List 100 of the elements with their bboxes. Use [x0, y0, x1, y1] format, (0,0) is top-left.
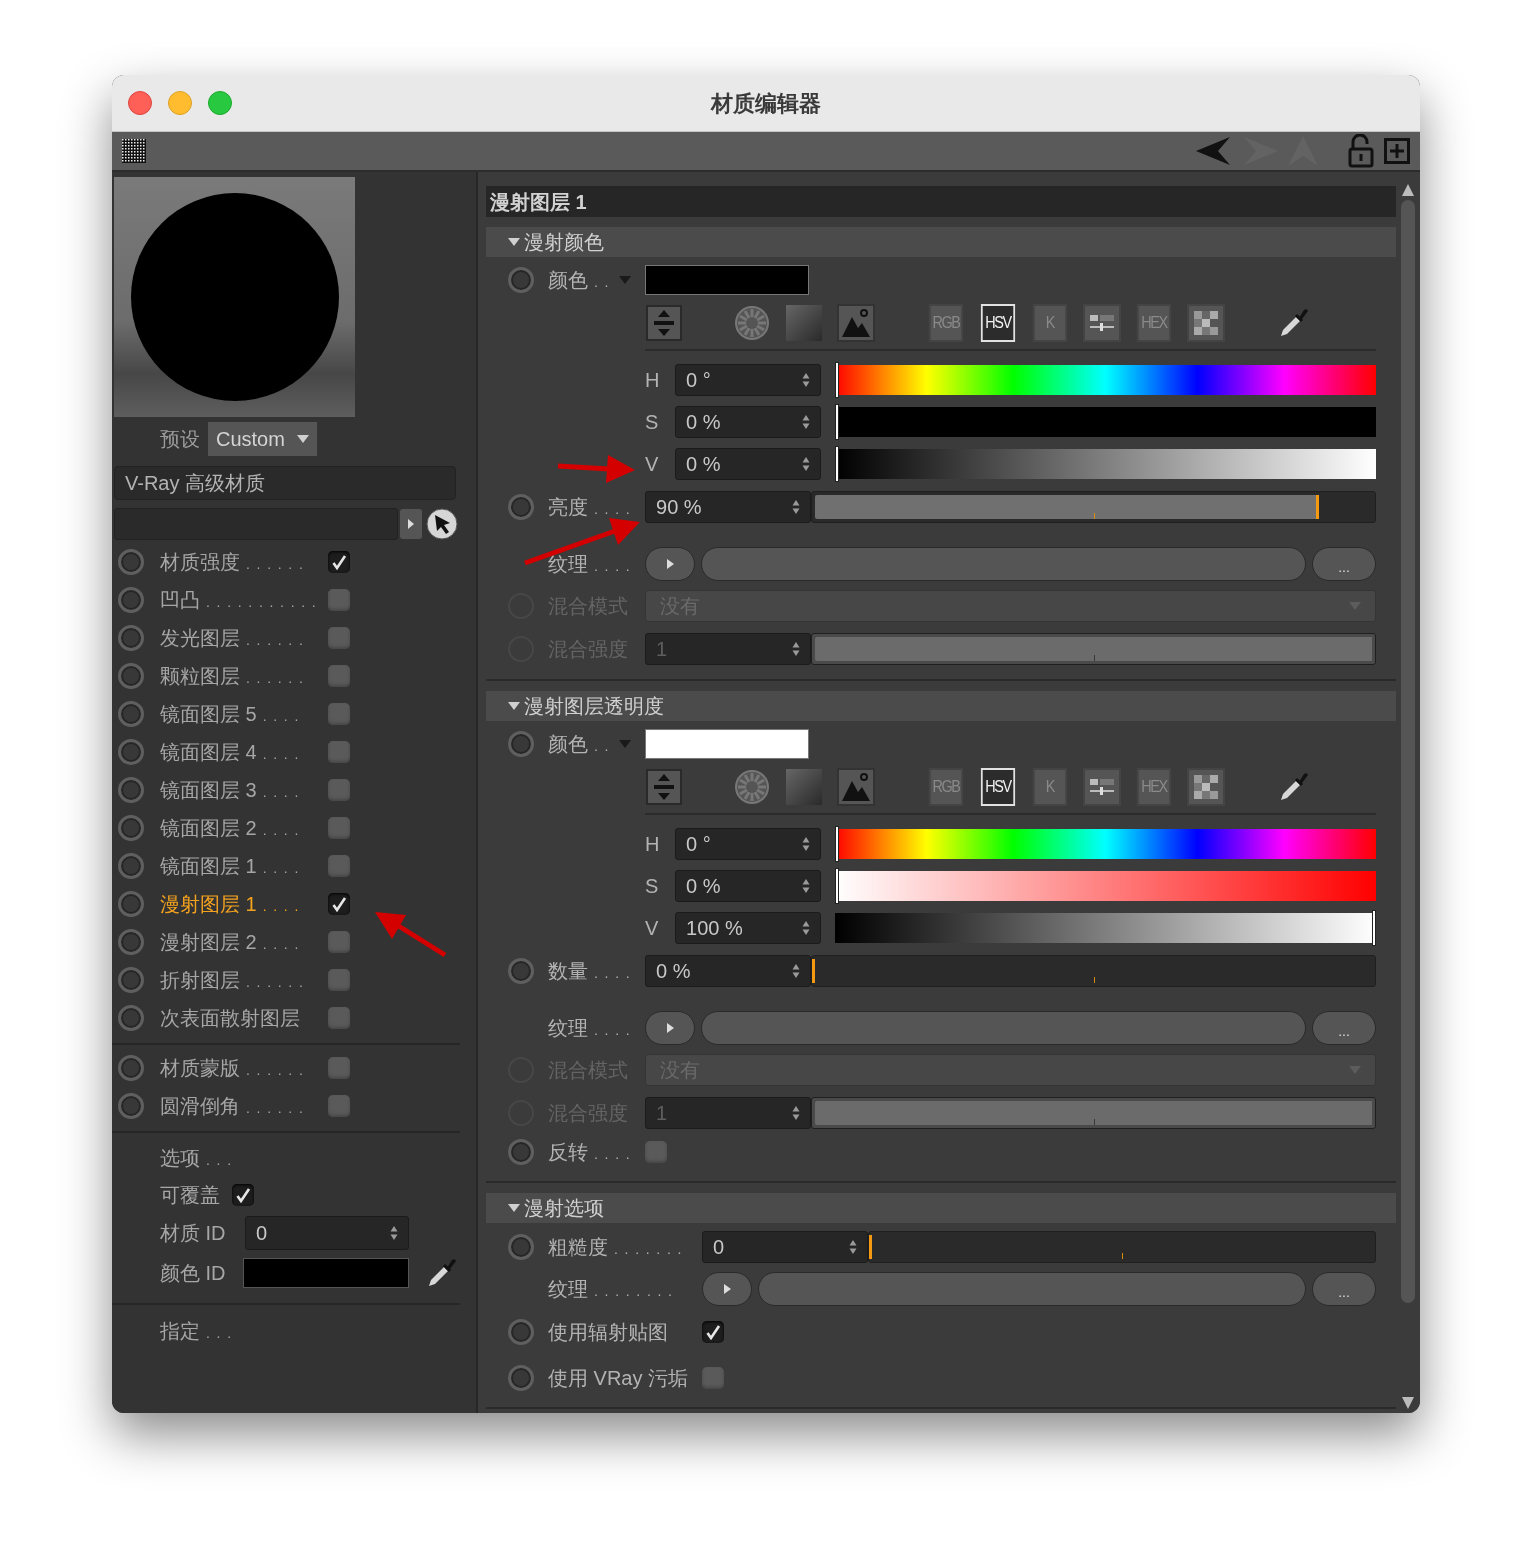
section-header[interactable]: 漫射颜色: [486, 227, 1396, 257]
expand-button[interactable]: [702, 1272, 753, 1306]
expand-button[interactable]: [645, 547, 696, 581]
stepper-arrows-icon[interactable]: [802, 414, 811, 430]
slider-thumb[interactable]: [869, 1235, 873, 1259]
keyframe-button[interactable]: [508, 1139, 534, 1165]
slider-thumb[interactable]: [835, 362, 840, 398]
checkbox[interactable]: [328, 741, 350, 763]
color-slider[interactable]: [835, 871, 1376, 901]
color-slider[interactable]: [835, 449, 1376, 479]
stepper-arrows-icon[interactable]: [802, 920, 811, 936]
grip-icon[interactable]: [122, 139, 146, 163]
zoom-button[interactable]: [208, 91, 232, 115]
color-wheel-icon[interactable]: [733, 768, 772, 806]
checkbox[interactable]: [328, 1007, 350, 1029]
keyframe-button[interactable]: [118, 587, 144, 613]
browse-button[interactable]: ...: [1312, 547, 1376, 581]
checkbox[interactable]: [702, 1321, 725, 1343]
swatch-grid-mode-tab[interactable]: [1187, 304, 1226, 342]
keyframe-button[interactable]: [508, 958, 534, 984]
slider-thumb[interactable]: [1372, 910, 1376, 946]
number-field[interactable]: 0 %: [675, 870, 822, 902]
checkbox[interactable]: [328, 703, 350, 725]
stepper-arrows-icon[interactable]: [802, 836, 811, 852]
preset-dropdown[interactable]: Custom: [208, 422, 317, 456]
checkbox[interactable]: [328, 931, 350, 953]
keyframe-button[interactable]: [508, 494, 534, 520]
stepper-arrows-icon[interactable]: [849, 1239, 858, 1255]
color-slider[interactable]: [835, 407, 1376, 437]
color-slider[interactable]: [835, 913, 1376, 943]
number-field[interactable]: 0 °: [675, 828, 822, 860]
color-swatch[interactable]: [645, 729, 810, 759]
unlocked-padlock-icon[interactable]: [1348, 134, 1374, 168]
slider-thumb[interactable]: [835, 446, 840, 482]
number-field[interactable]: 0: [702, 1231, 869, 1263]
checkbox[interactable]: [328, 627, 350, 649]
number-field[interactable]: 90 %: [645, 491, 812, 523]
checkbox[interactable]: [328, 779, 350, 801]
stepper-arrows-icon[interactable]: [390, 1225, 398, 1241]
caret-icon[interactable]: [508, 1204, 520, 1212]
checkbox[interactable]: [328, 1057, 350, 1079]
vertical-arrows-icon[interactable]: [645, 304, 684, 342]
color-mode-tab[interactable]: HSV: [980, 768, 1016, 806]
vertical-arrows-icon[interactable]: [645, 768, 684, 806]
keyframe-button[interactable]: [118, 853, 144, 879]
number-field[interactable]: 0 %: [675, 448, 822, 480]
keyframe-button[interactable]: [118, 625, 144, 651]
keyframe-button[interactable]: [508, 1234, 534, 1260]
checkbox[interactable]: [328, 969, 350, 991]
slider-thumb[interactable]: [835, 826, 840, 862]
checkbox[interactable]: [328, 893, 350, 915]
checkbox[interactable]: [328, 1095, 350, 1117]
keyframe-button[interactable]: [118, 967, 144, 993]
color-slider[interactable]: [835, 829, 1376, 859]
scroll-down-icon[interactable]: [1402, 1397, 1414, 1409]
slider-thumb[interactable]: [812, 959, 816, 983]
keyframe-button[interactable]: [508, 267, 534, 293]
stepper-arrows-icon[interactable]: [802, 372, 811, 388]
number-field[interactable]: 100 %: [675, 912, 822, 944]
sliders-mode-tab[interactable]: [1083, 304, 1122, 342]
slider-thumb[interactable]: [835, 868, 840, 904]
plus-square-icon[interactable]: [1384, 138, 1410, 164]
checkbox[interactable]: [328, 855, 350, 877]
caret-icon[interactable]: [296, 435, 309, 443]
checkbox[interactable]: [232, 1184, 254, 1206]
stepper-arrows-icon[interactable]: [792, 1105, 801, 1121]
keyframe-button[interactable]: [118, 1005, 144, 1031]
caret-icon[interactable]: [508, 702, 520, 710]
stepper-arrows-icon[interactable]: [792, 499, 801, 515]
texture-slot[interactable]: [758, 1272, 1306, 1306]
browse-button[interactable]: ...: [1312, 1011, 1376, 1045]
sliders-mode-tab[interactable]: [1083, 768, 1122, 806]
checkbox[interactable]: [328, 589, 350, 611]
expand-button[interactable]: [400, 509, 422, 539]
mountain-image-icon[interactable]: [837, 768, 876, 806]
keyframe-button[interactable]: [508, 731, 534, 757]
color-swatch[interactable]: [645, 265, 810, 295]
close-button[interactable]: [128, 91, 152, 115]
gradient-square-icon[interactable]: [785, 304, 824, 342]
checkbox[interactable]: [328, 665, 350, 687]
color-slider[interactable]: [835, 365, 1376, 395]
keyframe-button[interactable]: [118, 891, 144, 917]
checkbox[interactable]: [645, 1141, 668, 1163]
keyframe-button[interactable]: [118, 929, 144, 955]
mountain-image-icon[interactable]: [837, 304, 876, 342]
texture-slot[interactable]: [701, 1011, 1306, 1045]
keyframe-button[interactable]: [118, 777, 144, 803]
color-swatch[interactable]: [243, 1258, 409, 1288]
swatch-grid-mode-tab[interactable]: [1187, 768, 1226, 806]
section-header[interactable]: 漫射选项: [486, 1193, 1396, 1223]
caret-icon[interactable]: [508, 238, 520, 246]
browse-button[interactable]: ...: [1312, 1272, 1376, 1306]
keyframe-button[interactable]: [508, 1365, 534, 1391]
checkbox[interactable]: [702, 1367, 725, 1389]
number-field[interactable]: 0 °: [675, 364, 822, 396]
keyframe-button[interactable]: [118, 549, 144, 575]
material-name-field[interactable]: V-Ray 高级材质: [114, 466, 456, 500]
expand-button[interactable]: [645, 1011, 696, 1045]
checkbox[interactable]: [328, 551, 350, 573]
keyframe-button[interactable]: [118, 739, 144, 765]
